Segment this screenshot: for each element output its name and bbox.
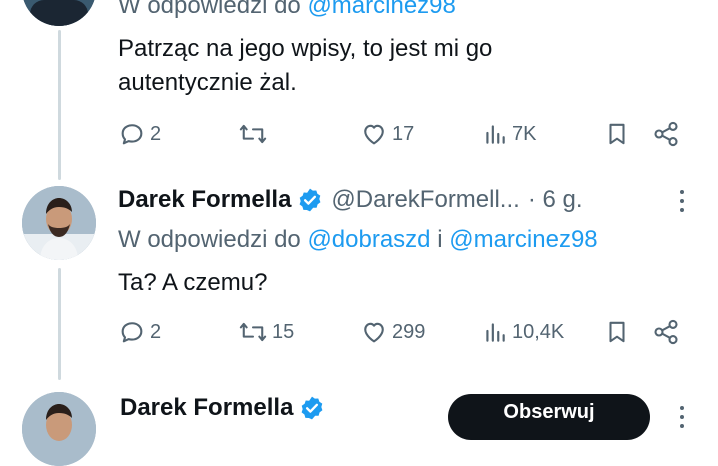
thread-connector-1	[58, 30, 61, 180]
bookmark-button[interactable]	[604, 117, 630, 151]
tweet-text-line: Patrząc na jego wpisy, to jest mi go	[118, 35, 493, 62]
tweet-actions: 2 15 299 10,4K	[118, 315, 688, 349]
reply-mention-link[interactable]: @marcinez98	[449, 226, 597, 253]
heart-icon	[364, 322, 384, 343]
bookmark-icon	[609, 123, 625, 145]
reply-to-label: W odpowiedzi do	[118, 226, 301, 253]
verified-badge-icon	[302, 396, 323, 420]
retweet-icon	[239, 322, 267, 342]
views-icon	[486, 323, 505, 342]
views-count: 7K	[512, 122, 537, 145]
retweet-icon	[239, 124, 267, 144]
like-count: 299	[392, 320, 426, 343]
thread-view: W odpowiedzi do @marcinez98 Patrząc na j…	[0, 0, 718, 466]
tweet-header: Darek Formella @DarekFormell... · 6 g.	[118, 183, 583, 217]
retweet-button[interactable]: 15	[238, 315, 294, 349]
views-count: 10,4K	[512, 320, 565, 343]
avatar[interactable]	[22, 392, 96, 466]
follow-button[interactable]: Obserwuj	[448, 394, 650, 440]
reply-button[interactable]: 2	[118, 117, 161, 151]
tweet-actions: 2 17 7K	[118, 117, 688, 151]
share-button[interactable]	[652, 117, 680, 151]
reply-to-line: W odpowiedzi do @marcinez98	[118, 0, 456, 20]
tweet-header: Darek Formella	[120, 391, 325, 425]
retweet-count: 15	[272, 320, 295, 343]
bookmark-button[interactable]	[604, 315, 630, 349]
tweet-text-line: autentycznie żal.	[118, 69, 297, 96]
thread-connector-2	[58, 268, 61, 380]
follow-button-label: Obserwuj	[503, 400, 595, 423]
reply-icon	[121, 124, 143, 145]
reply-to-line: W odpowiedzi do @dobraszd i @marcinez98	[118, 226, 598, 254]
avatar-previous[interactable]	[22, 0, 96, 26]
reply-button[interactable]: 2	[118, 315, 161, 349]
reply-mention-link[interactable]: @dobraszd	[307, 226, 430, 253]
author-name[interactable]: Darek Formella	[120, 394, 293, 422]
more-icon	[680, 190, 684, 212]
verified-badge-icon	[300, 188, 321, 212]
reply-mention-link[interactable]: @marcinez98	[307, 0, 455, 19]
views-button[interactable]: 10,4K	[482, 315, 564, 349]
like-button[interactable]: 299	[360, 315, 425, 349]
reply-count: 2	[150, 320, 162, 343]
share-icon	[654, 121, 678, 147]
retweet-button[interactable]	[238, 117, 272, 151]
reply-count: 2	[150, 122, 162, 145]
views-button[interactable]: 7K	[482, 117, 536, 151]
like-button[interactable]: 17	[360, 117, 414, 151]
avatar[interactable]	[22, 186, 96, 260]
more-options-button[interactable]	[672, 186, 692, 216]
avatar-previous-image	[22, 0, 96, 26]
author-handle[interactable]: @DarekFormell...	[331, 186, 519, 214]
tweet-timestamp[interactable]: · 6 g.	[528, 186, 583, 214]
reply-icon	[121, 322, 143, 343]
tweet-text: Patrząc na jego wpisy, to jest mi go aut…	[118, 32, 678, 100]
views-icon	[486, 125, 505, 144]
share-icon	[654, 319, 678, 345]
reply-to-label: W odpowiedzi do	[118, 0, 301, 19]
share-button[interactable]	[652, 315, 680, 349]
bookmark-icon	[609, 321, 625, 343]
more-icon	[680, 406, 684, 428]
heart-icon	[364, 124, 384, 145]
like-count: 17	[392, 122, 415, 145]
avatar-image	[22, 186, 96, 260]
avatar-image	[22, 392, 96, 466]
tweet-text: Ta? A czemu?	[118, 269, 268, 296]
reply-to-and: i	[437, 226, 443, 253]
more-options-button[interactable]	[672, 402, 692, 432]
author-name[interactable]: Darek Formella	[118, 186, 291, 214]
